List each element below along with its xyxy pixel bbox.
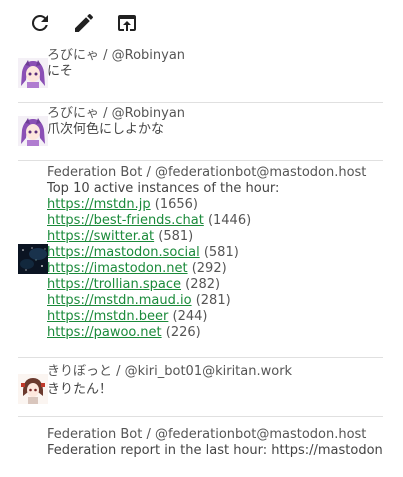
anime-girl-avatar-icon [18, 58, 48, 88]
instance-count: (282) [185, 277, 221, 292]
instance-list-item: https://pawoo.net (226) [47, 325, 383, 341]
open-in-new-icon [118, 15, 136, 31]
instance-link[interactable]: https://pawoo.net [47, 325, 162, 340]
post-author[interactable]: Federation Bot / @federationbot@mastodon… [47, 165, 383, 181]
instance-link[interactable]: https://best-friends.chat [47, 213, 204, 228]
post-author[interactable]: ろびにゃ / @Robinyan [47, 105, 383, 122]
instance-list-item: https://trollian.space (282) [47, 277, 383, 293]
compose-button[interactable] [72, 11, 96, 35]
instance-link[interactable]: https://mstdn.jp [47, 197, 151, 212]
post-text: きりたん！ [47, 382, 113, 397]
instance-count: (581) [203, 245, 239, 260]
avatar[interactable] [18, 374, 48, 404]
status-post[interactable]: きりぼっと / @kiri_bot01@kiritan.work きりたん！ [18, 358, 383, 417]
instance-list-item: https://imastodon.net (292) [47, 261, 383, 277]
refresh-icon [31, 14, 48, 31]
status-post[interactable]: Federation Bot / @federationbot@mastodon… [18, 161, 383, 358]
instance-link[interactable]: https://mstdn.beer [47, 309, 168, 324]
open-in-new-button[interactable] [115, 11, 139, 35]
status-post[interactable]: ろびにゃ / @Robinyan にそ [18, 46, 383, 103]
instance-link[interactable]: https://mastodon.social [47, 245, 200, 260]
starfield-avatar-icon [18, 244, 48, 274]
post-author[interactable]: ろびにゃ / @Robinyan [47, 48, 383, 64]
instance-count: (581) [158, 229, 194, 244]
avatar[interactable] [18, 58, 48, 88]
instance-count: (1656) [154, 197, 198, 212]
pencil-icon [75, 13, 94, 33]
avatar[interactable] [18, 244, 48, 274]
instance-count: (244) [172, 309, 208, 324]
instance-list-item: https://mastodon.social (581) [47, 245, 383, 261]
status-post[interactable]: Federation Bot / @federationbot@mastodon… [18, 417, 383, 477]
instance-list-item: https://mstdn.jp (1656) [47, 197, 383, 213]
post-text: 爪次何色にしよかな [47, 122, 165, 137]
avatar[interactable] [18, 116, 48, 146]
timeline-feed[interactable]: ろびにゃ / @Robinyan にそ ろびにゃ / @Robinyan 爪次何… [0, 46, 403, 477]
instance-count: (292) [191, 261, 227, 276]
instance-link[interactable]: https://mstdn.maud.io [47, 293, 192, 308]
instance-link[interactable]: https://imastodon.net [47, 261, 188, 276]
instance-link[interactable]: https://trollian.space [47, 277, 181, 292]
post-text: Federation report in the last hour: http… [47, 443, 383, 458]
kiritan-avatar-icon [18, 374, 48, 404]
instance-count: (226) [165, 325, 201, 340]
instance-list-item: https://mstdn.maud.io (281) [47, 293, 383, 309]
anime-girl-avatar-icon [18, 116, 48, 146]
instance-list-item: https://mstdn.beer (244) [47, 309, 383, 325]
refresh-button[interactable] [28, 11, 52, 35]
toolbar [0, 0, 403, 46]
post-text: にそ [47, 64, 73, 79]
post-text: Top 10 active instances of the hour: [47, 181, 280, 196]
instance-count: (1446) [207, 213, 252, 228]
instance-list-item: https://best-friends.chat (1446) [47, 213, 383, 229]
instance-list-item: https://switter.at (581) [47, 229, 383, 245]
instance-count: (281) [195, 293, 231, 308]
post-author[interactable]: きりぼっと / @kiri_bot01@kiritan.work [47, 364, 383, 380]
instance-link[interactable]: https://switter.at [47, 229, 154, 244]
status-post[interactable]: ろびにゃ / @Robinyan 爪次何色にしよかな [18, 103, 383, 161]
